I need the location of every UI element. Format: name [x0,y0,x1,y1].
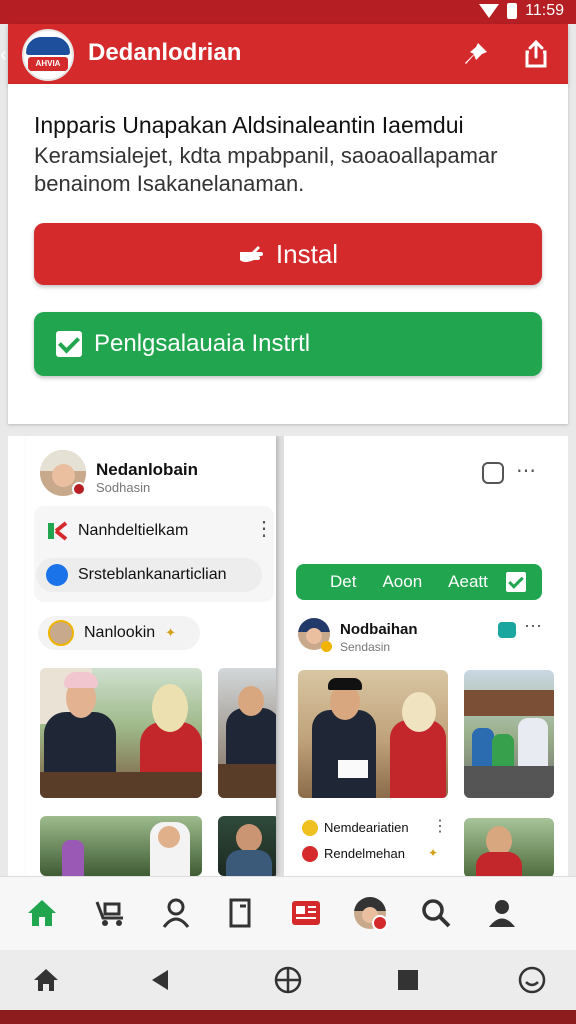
app-title: Dedanlodrian [88,39,242,66]
secondary-chip-label: Nanlookin [84,624,156,641]
hand-pointer-icon [239,246,263,262]
action-label-2: Aoon [382,572,423,591]
person-icon [162,898,190,928]
nav-back-button[interactable] [144,964,176,996]
install-button[interactable]: Instal [34,223,542,285]
nav-globe-button[interactable] [272,964,304,996]
status-time: 11:59 [525,2,564,19]
live-badge-icon [372,915,388,931]
verified-badge-icon [321,641,332,652]
tag-label-2[interactable]: Rendelmehan [324,846,405,861]
logo-text: AHVIA [28,57,68,71]
square-icon [398,970,418,990]
tab-person[interactable] [158,895,194,931]
chat-icon[interactable] [482,462,504,484]
tag-icon-1 [302,820,318,836]
app-logo: AHVIA [22,29,74,81]
more-options-icon[interactable]: ⋮ [254,516,274,541]
news-icon [292,901,320,925]
tab-search[interactable] [418,895,454,931]
feed-area: ⋯ Det Aoon Aeatt Nodbaihan Sendasin ⋯ Ne… [8,436,568,876]
photo-man-and-woman-with-papers[interactable] [298,670,448,798]
bottom-strip [0,1010,576,1024]
right-action-bar[interactable]: Det Aoon Aeatt [296,564,542,600]
panel-divider [276,436,284,876]
bookmark-icon[interactable] [498,622,516,638]
pin-icon [465,43,487,64]
tag-icon-2 [302,846,318,862]
sparkle-icon: ✦ [165,625,177,640]
more-options-icon[interactable]: ⋮ [432,816,448,836]
manage-install-label: Penlgsalauaia Instrtl [94,330,311,357]
bottom-tab-bar [0,876,576,950]
delivery-icon [95,901,123,926]
back-edge-icon[interactable]: ‹ [0,44,8,67]
sparkle-icon: ✦ [428,846,439,860]
photo-man-at-table[interactable] [218,668,276,798]
tab-news[interactable] [288,895,324,931]
right-author-sub: Sendasin [340,640,391,654]
app-bar: AHVIA Dedanlodrian [8,24,568,84]
action-label-1: Det [330,572,357,591]
checkbox-icon[interactable] [506,572,526,592]
install-button-label: Instal [275,238,339,269]
smile-icon [518,966,546,994]
status-icons: 11:59 [479,2,564,20]
tab-delivery[interactable] [92,895,128,931]
photo-man-portrait[interactable] [218,816,276,876]
tab-home[interactable] [24,895,60,931]
photo-people-at-village-table[interactable] [464,670,554,798]
battery-icon [507,3,518,19]
chip-avatar [48,620,74,646]
notice-body: Keramsialejet, kdta mpabpanil, saoaoalla… [34,143,498,196]
photo-man-in-red-shirt[interactable] [464,818,554,876]
photo-garden-group[interactable] [40,816,202,876]
tab-bookmark[interactable] [222,895,258,931]
menu-item-1[interactable]: Nanhdeltielkam [36,514,250,548]
status-bar: 11:59 [0,0,576,24]
tab-profile[interactable] [352,895,388,931]
pin-button[interactable] [460,38,492,70]
left-author-name[interactable]: Nedanlobain [96,460,198,480]
photo-teacher-and-woman-at-table[interactable] [40,668,202,798]
nav-assistant-button[interactable] [516,964,548,996]
left-author-sub: Sodhasin [96,480,151,495]
globe-icon [274,966,302,994]
right-author-name[interactable]: Nodbaihan [340,621,418,638]
nav-home-button[interactable] [30,964,62,996]
home-icon [34,969,58,991]
action-label-3: Aeatt [448,572,488,591]
account-icon [489,900,515,927]
home-icon [28,900,56,926]
manage-install-button[interactable]: Penlgsalauaia Instrtl [34,312,542,376]
notice-title: Inpparis Unapakan Aldsinaleantin Iaemdui [34,112,464,138]
menu-item-2[interactable]: Srsteblankanarticlian [36,558,262,592]
install-notice-card: Inpparis Unapakan Aldsinaleantin Iaemdui… [8,84,568,424]
verified-icon [46,564,68,586]
tab-account[interactable] [484,895,520,931]
left-card: Nedanlobain Sodhasin Nanhdeltielkam ⋮ Sr… [26,436,276,876]
menu-item-label-1: Nanhdeltielkam [78,522,189,539]
live-badge-icon [72,482,86,496]
back-icon [152,970,168,990]
secondary-chip[interactable]: Nanlookin ✦ [38,616,200,650]
more-options-icon[interactable]: ⋯ [524,616,542,637]
share-button[interactable] [520,38,552,70]
share-icon [525,40,547,68]
signal-icon [479,4,500,18]
left-menu-card: Nanhdeltielkam ⋮ Srsteblankanarticlian [34,506,274,602]
system-nav-bar [0,950,576,1010]
brand-icon [48,521,68,541]
nav-recents-button[interactable] [392,964,424,996]
tag-label-1[interactable]: Nemdeariatien [324,820,409,835]
menu-item-label-2: Srsteblankanarticlian [78,566,227,583]
checkbox-icon [56,331,82,357]
bookmark-icon [229,898,251,928]
search-icon [422,899,451,928]
more-options-icon[interactable]: ⋯ [516,458,536,483]
